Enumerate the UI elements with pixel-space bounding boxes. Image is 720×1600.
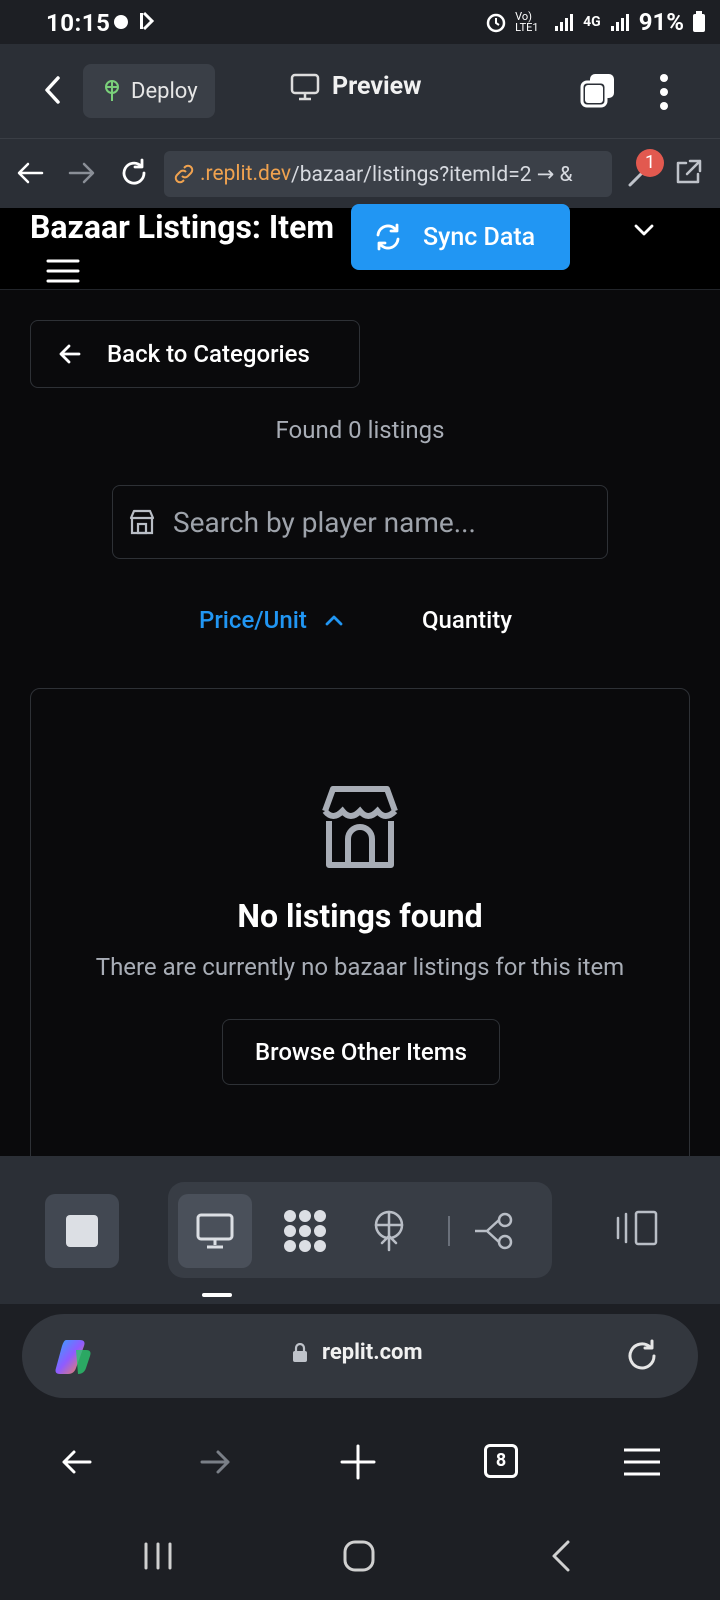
omnibox[interactable]: replit.com xyxy=(22,1314,698,1398)
tab-count-button[interactable]: 8 xyxy=(484,1444,518,1478)
omnibox-url: replit.com xyxy=(292,1340,423,1365)
tool-separator xyxy=(448,1216,450,1246)
search-input[interactable] xyxy=(173,505,593,539)
deploy-icon xyxy=(105,80,119,101)
empty-description: There are currently no bazaar listings f… xyxy=(95,953,625,981)
preview-label: Preview xyxy=(332,72,422,101)
empty-title: No listings found xyxy=(237,897,483,935)
back-to-categories-button[interactable]: Back to Categories xyxy=(30,320,360,388)
signal-icon xyxy=(555,14,574,31)
preview-tab[interactable]: Preview xyxy=(290,72,422,101)
notification-icons xyxy=(112,10,162,37)
sort-price-label: Price/Unit xyxy=(199,606,307,634)
notification-badge: 1 xyxy=(636,149,664,177)
page-title: Bazaar Listings: Item xyxy=(30,208,335,246)
back-arrow-icon[interactable] xyxy=(58,1444,94,1480)
status-right: Vo) LTE1 4G 91% xyxy=(485,8,706,36)
store-icon xyxy=(129,509,155,535)
storefront-icon xyxy=(322,786,398,868)
tool-git[interactable] xyxy=(458,1194,532,1268)
monitor-icon xyxy=(290,73,320,100)
url-path: /bazaar/listings?itemId=2 → & xyxy=(291,162,573,187)
tool-group xyxy=(168,1182,552,1278)
back-chevron-icon[interactable] xyxy=(36,72,72,108)
chevron-down-icon[interactable] xyxy=(630,216,658,244)
chevron-up-icon xyxy=(325,615,343,626)
app-header: Bazaar Listings: Item Sync Data xyxy=(0,204,720,290)
tool-workspace[interactable] xyxy=(268,1194,342,1268)
deploy-button[interactable]: Deploy xyxy=(83,64,215,118)
link-icon xyxy=(174,164,194,184)
forward-arrow-icon[interactable] xyxy=(198,1444,234,1480)
more-menu-icon[interactable] xyxy=(652,72,676,112)
preview-urlbar: .replit.dev/bazaar/listings?itemId=2 → &… xyxy=(0,138,720,208)
system-back-icon[interactable] xyxy=(544,1538,580,1574)
sort-price-unit[interactable]: Price/Unit xyxy=(199,606,345,634)
back-arrow-icon[interactable] xyxy=(14,157,46,189)
deploy-label: Deploy xyxy=(131,78,198,104)
reload-icon[interactable] xyxy=(624,1338,660,1374)
hamburger-menu-icon[interactable] xyxy=(46,258,80,284)
sort-quantity[interactable]: Quantity xyxy=(422,606,512,634)
sync-data-button[interactable]: Sync Data xyxy=(351,204,570,270)
tabs-icon[interactable] xyxy=(580,72,616,108)
new-tab-plus-icon[interactable] xyxy=(340,1444,376,1480)
volte-label: Vo) LTE1 xyxy=(515,10,539,34)
browse-other-items-button[interactable]: Browse Other Items xyxy=(222,1019,500,1085)
tool-deploy[interactable] xyxy=(352,1194,426,1268)
tool-preview[interactable] xyxy=(178,1194,252,1268)
replit-topbar: Deploy Preview xyxy=(0,44,720,138)
reload-icon[interactable] xyxy=(118,157,150,189)
back-label: Back to Categories xyxy=(107,340,310,368)
results-count: Found 0 listings xyxy=(275,416,445,444)
notification-icon xyxy=(114,11,155,31)
url-host: .replit.dev xyxy=(200,162,292,186)
search-box[interactable] xyxy=(112,485,608,559)
recents-icon[interactable] xyxy=(140,1538,176,1574)
lock-icon xyxy=(293,1342,307,1362)
alarm-icon xyxy=(486,13,506,33)
monitor-icon xyxy=(196,1213,234,1249)
apps-grid-icon xyxy=(284,1210,326,1252)
split-view-icon[interactable] xyxy=(614,1208,662,1248)
sync-label: Sync Data xyxy=(423,222,536,252)
forward-arrow-icon[interactable] xyxy=(66,157,98,189)
battery-icon xyxy=(693,11,705,32)
empty-state-card: No listings found There are currently no… xyxy=(30,688,690,1168)
open-external-icon[interactable] xyxy=(674,157,704,187)
replit-toolbar xyxy=(0,1156,720,1304)
browser-bar: replit.com xyxy=(0,1304,720,1412)
network-type: 4G xyxy=(583,14,601,30)
system-nav xyxy=(0,1512,720,1600)
copilot-icon[interactable] xyxy=(54,1336,96,1378)
home-icon[interactable] xyxy=(341,1538,377,1574)
stop-button[interactable] xyxy=(45,1194,119,1268)
status-bar: 10:15 Vo) LTE1 4G 91% xyxy=(0,0,720,44)
drawer-handle xyxy=(202,1293,232,1297)
git-branch-icon xyxy=(475,1212,513,1250)
battery-percent: 91% xyxy=(638,8,684,36)
status-time: 10:15 xyxy=(46,9,111,37)
browser-nav: 8 xyxy=(0,1412,720,1512)
url-input[interactable]: .replit.dev/bazaar/listings?itemId=2 → & xyxy=(164,151,612,197)
arrow-left-icon xyxy=(59,344,81,364)
sync-icon xyxy=(376,223,400,251)
browser-menu-icon[interactable] xyxy=(624,1444,660,1480)
omnibox-url-text: replit.com xyxy=(322,1340,423,1365)
deploy-icon xyxy=(374,1210,404,1252)
signal-icon-2 xyxy=(610,14,629,31)
